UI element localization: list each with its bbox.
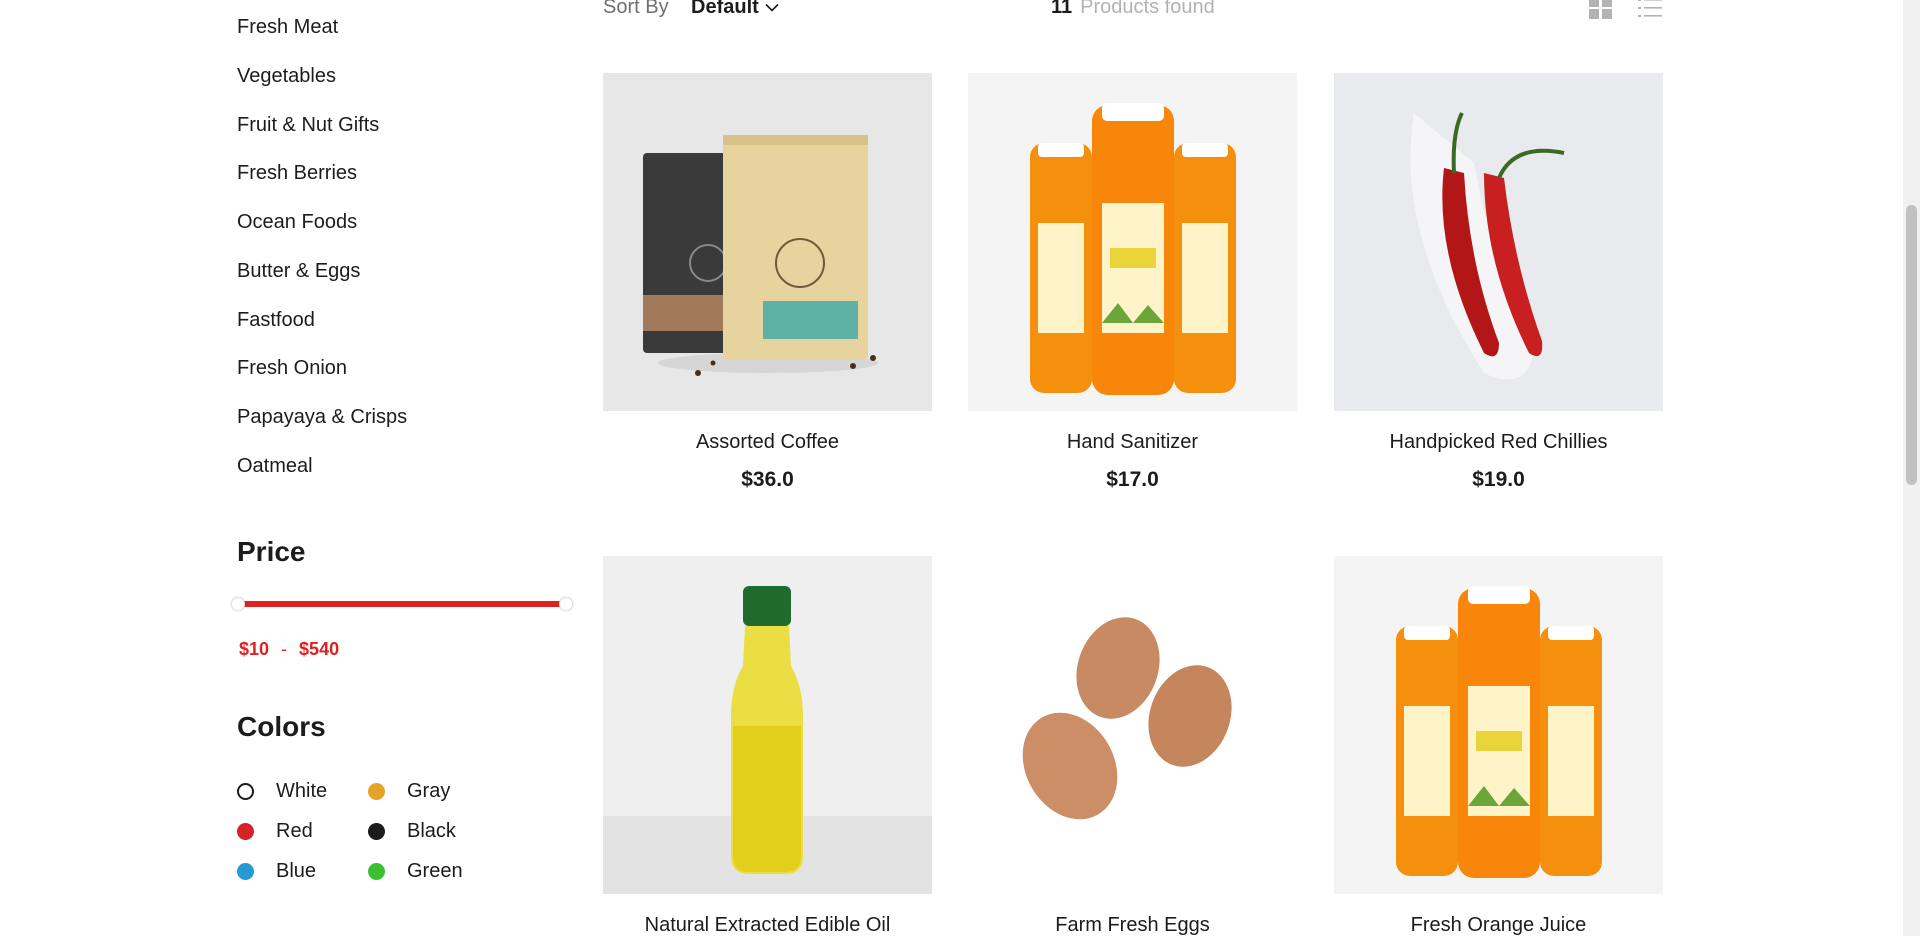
product-card[interactable]: Assorted Coffee $36.0 [603, 73, 932, 492]
color-label: Red [276, 820, 313, 842]
color-option-gray[interactable]: Gray [368, 780, 450, 803]
red-swatch-icon [237, 823, 254, 840]
eggs-icon [1022, 617, 1232, 820]
product-card[interactable]: Farm Fresh Eggs [968, 556, 1297, 936]
product-price: $36.0 [741, 468, 794, 491]
blue-swatch-icon [237, 863, 254, 880]
category-item-fastfood[interactable]: Fastfood [237, 309, 315, 332]
color-option-white[interactable]: White [237, 780, 327, 803]
white-swatch-icon [237, 783, 254, 800]
color-option-black[interactable]: Black [368, 820, 456, 843]
oil-bottle-icon [603, 586, 932, 894]
product-name[interactable]: Hand Sanitizer [968, 431, 1297, 454]
scrollbar-thumb[interactable] [1906, 205, 1917, 485]
green-swatch-icon [368, 863, 385, 880]
chevron-down-icon [765, 3, 779, 12]
product-card[interactable]: Natural Extracted Edible Oil [603, 556, 932, 936]
red-chillies-icon [1410, 112, 1565, 380]
price-range-value: $10- $540 [239, 639, 339, 660]
product-name[interactable]: Handpicked Red Chillies [1334, 431, 1663, 454]
price-min-handle[interactable] [231, 597, 245, 611]
list-view-icon[interactable] [1637, 0, 1663, 25]
color-option-red[interactable]: Red [237, 820, 313, 843]
product-name[interactable]: Assorted Coffee [603, 431, 932, 454]
products-found-label: Products found [1080, 0, 1215, 18]
product-name[interactable]: Farm Fresh Eggs [968, 914, 1297, 936]
category-item-ocean-foods[interactable]: Ocean Foods [237, 211, 357, 234]
product-image[interactable] [1334, 73, 1663, 411]
products-found-count: 11 [1051, 0, 1073, 18]
product-image[interactable] [1334, 556, 1663, 894]
product-name[interactable]: Fresh Orange Juice [1334, 914, 1663, 936]
grid-view-icon[interactable] [1588, 0, 1614, 25]
color-label: Blue [276, 860, 317, 882]
color-option-blue[interactable]: Blue [237, 860, 316, 883]
price-separator: - [281, 639, 288, 659]
category-item-oatmeal[interactable]: Oatmeal [237, 455, 313, 478]
sort-by-label: Sort By [603, 0, 669, 18]
price-max-label: $540 [299, 639, 340, 659]
price-range-track[interactable] [237, 601, 567, 607]
category-item-fresh-meat[interactable]: Fresh Meat [237, 16, 338, 39]
product-image[interactable] [968, 73, 1297, 411]
price-max-handle[interactable] [559, 597, 573, 611]
category-item-fruit-nut-gifts[interactable]: Fruit & Nut Gifts [237, 114, 379, 137]
category-item-fresh-onion[interactable]: Fresh Onion [237, 357, 347, 380]
color-label: Green [407, 860, 463, 882]
category-item-vegetables[interactable]: Vegetables [237, 65, 336, 88]
color-label: Gray [407, 780, 451, 802]
product-card[interactable]: Hand Sanitizer $17.0 [968, 73, 1297, 492]
product-image[interactable] [603, 556, 932, 894]
black-swatch-icon [368, 823, 385, 840]
coffee-bags-icon [643, 135, 878, 376]
product-toolbar: Sort By Default 11 Products found [603, 0, 1663, 24]
sort-select[interactable]: Default [691, 0, 779, 19]
price-heading: Price [237, 536, 306, 567]
sort-selected-value: Default [691, 0, 759, 18]
price-min-label: $10 [239, 639, 270, 659]
product-image[interactable] [968, 556, 1297, 894]
color-option-green[interactable]: Green [368, 860, 463, 883]
product-card[interactable]: Handpicked Red Chillies $19.0 [1334, 73, 1663, 492]
color-label: Black [407, 820, 456, 842]
product-name[interactable]: Natural Extracted Edible Oil [603, 914, 932, 936]
color-label: White [276, 780, 328, 802]
gray-swatch-icon [368, 783, 385, 800]
category-item-butter-eggs[interactable]: Butter & Eggs [237, 260, 360, 283]
product-price: $19.0 [1472, 468, 1525, 491]
category-item-fresh-berries[interactable]: Fresh Berries [237, 162, 357, 185]
product-card[interactable]: Fresh Orange Juice [1334, 556, 1663, 936]
category-item-papayaya-crisps[interactable]: Papayaya & Crisps [237, 406, 407, 429]
product-image[interactable] [603, 73, 932, 411]
colors-heading: Colors [237, 711, 326, 742]
products-found: 11 Products found [1051, 0, 1215, 19]
orange-bottles-icon [1030, 103, 1236, 395]
product-price: $17.0 [1106, 468, 1159, 491]
orange-bottles-icon [1396, 586, 1602, 878]
page-scrollbar[interactable] [1903, 0, 1920, 936]
